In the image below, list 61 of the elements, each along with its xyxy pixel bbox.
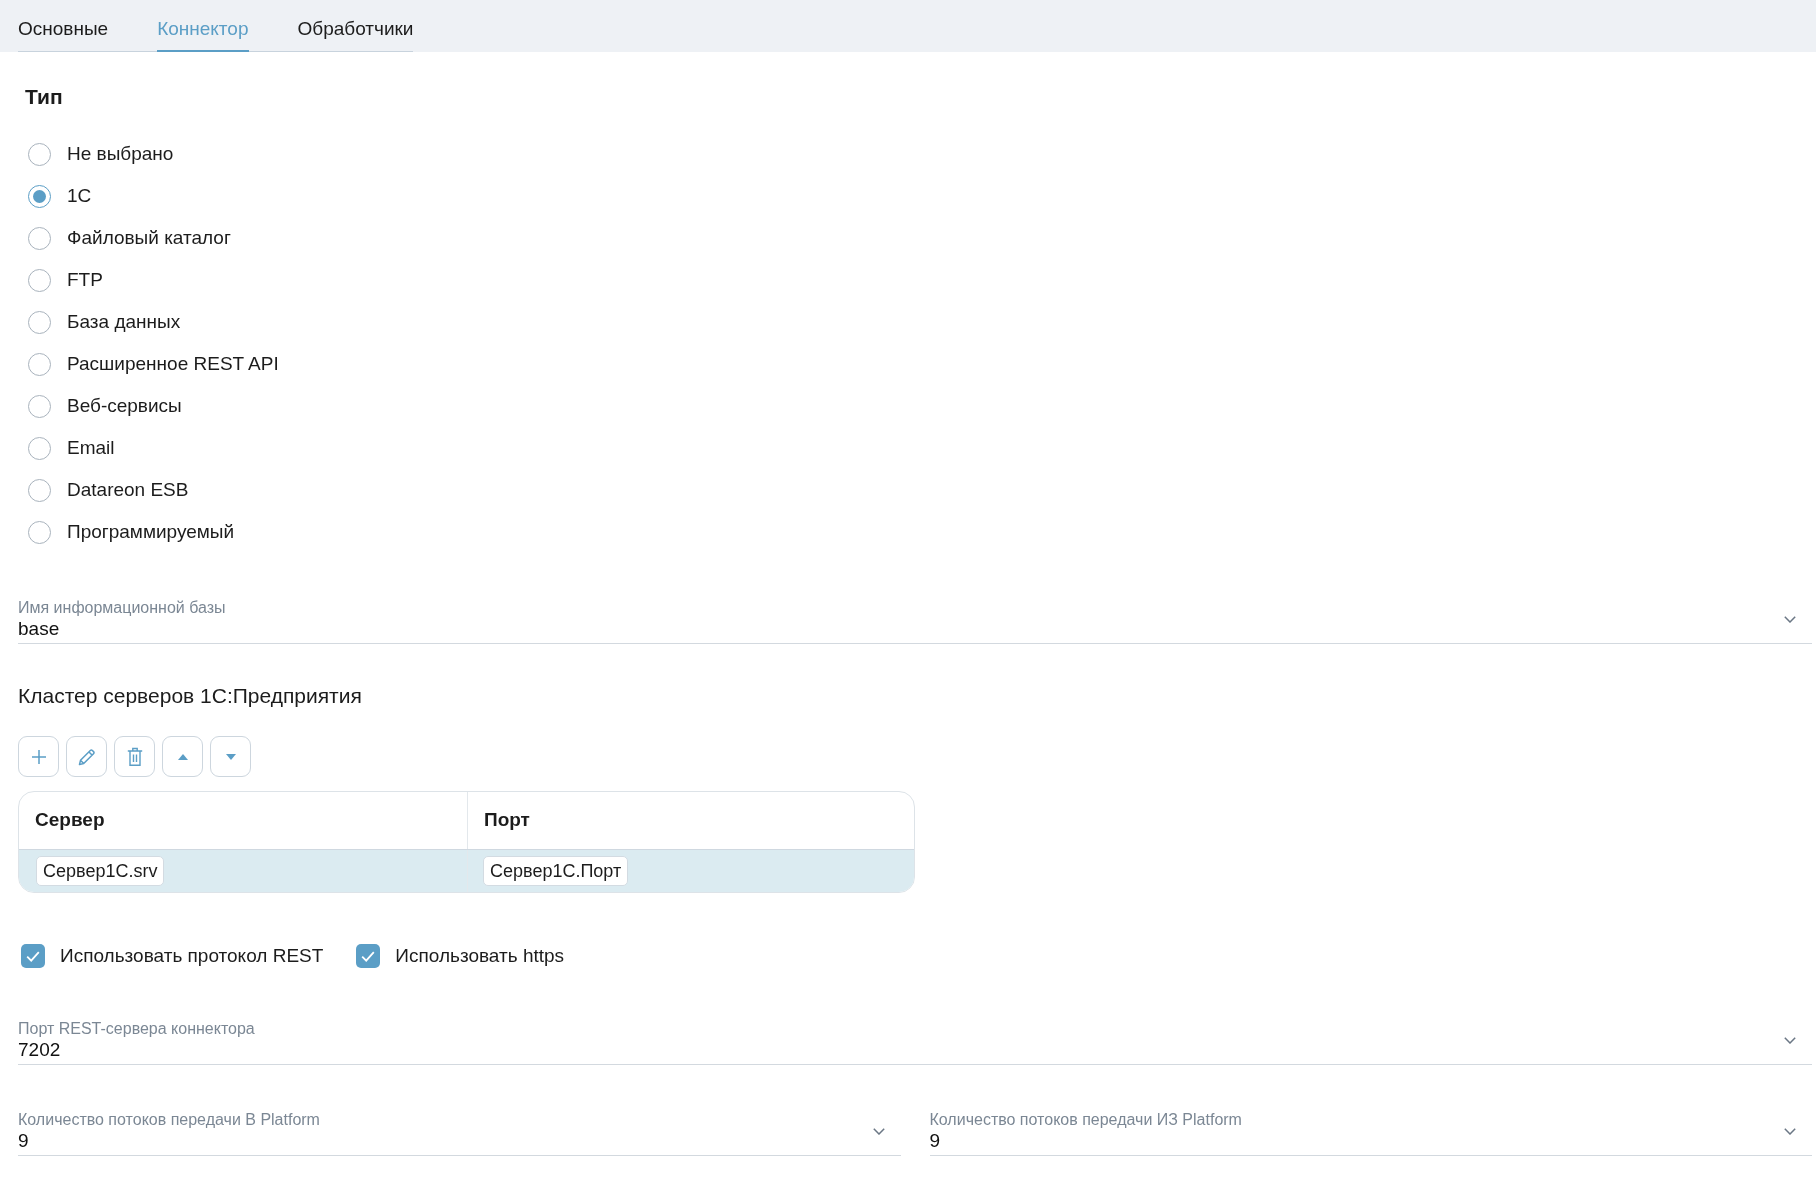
radio-button[interactable] [28,436,51,460]
field-label: Количество потоков передачи ИЗ Platform [929,1110,1242,1130]
field-label: Количество потоков передачи В Platform [18,1110,320,1130]
radio-button[interactable] [28,226,51,250]
triangle-up-icon [177,753,188,760]
field-label: Имя информационной базы [18,598,226,618]
checkbox[interactable] [356,944,381,968]
radio-button[interactable] [28,478,51,502]
table-row[interactable]: Сервер1С.srv Сервер1С.Порт [19,850,914,892]
add-button[interactable] [18,736,59,777]
check-icon [26,950,40,962]
plus-icon [30,748,47,765]
cell-value-tag: Сервер1С.srv [36,856,165,886]
checkbox-label[interactable]: Использовать протокол REST [60,944,324,968]
select-field[interactable]: Имя информационной базы base [18,598,1812,644]
option-label[interactable]: Веб-сервисы [67,394,182,418]
chevron-down-icon [872,1127,885,1135]
option-label[interactable]: Datareon ESB [67,478,189,502]
radio-button[interactable] [28,310,51,334]
tab[interactable]: Основные [18,0,109,52]
select-field[interactable]: Количество потоков передачи ИЗ Platform 9 [929,1110,1812,1156]
select-field[interactable]: Порт REST-сервера коннектора 7202 [18,1019,1812,1065]
option-label[interactable]: Email [67,436,115,460]
radio-button[interactable] [28,520,51,544]
option-label[interactable]: 1С [67,184,92,208]
field-value: 7202 [18,1039,61,1061]
cell-value-tag: Сервер1С.Порт [483,856,629,886]
column-header: Сервер [19,792,468,849]
field-label: Порт REST-сервера коннектора [18,1019,255,1039]
chevron-down-icon [1784,615,1796,623]
option-label[interactable]: База данных [67,310,181,334]
option-label[interactable]: Программируемый [67,520,235,544]
trash-icon [126,746,143,767]
column-header: Порт [483,808,531,833]
option-label[interactable]: Расширенное REST API [67,352,279,376]
radio-button[interactable] [28,184,51,208]
select-field[interactable]: Количество потоков передачи В Platform 9 [18,1110,901,1156]
checkbox[interactable] [21,944,45,968]
tab[interactable]: Обработчики [297,0,414,52]
delete-button[interactable] [114,736,155,777]
radio-button[interactable] [28,142,51,166]
pencil-icon [76,746,97,767]
chevron-down-icon [1784,1127,1796,1135]
move-down-button[interactable] [210,736,251,777]
edit-button[interactable] [66,736,107,777]
chevron-down-icon [1784,1036,1796,1044]
option-label[interactable]: Файловый каталог [67,226,231,250]
check-icon [361,950,376,962]
option-label[interactable]: Не выбрано [67,142,174,166]
move-up-button[interactable] [162,736,203,777]
radio-button[interactable] [28,394,51,418]
field-value: base [18,618,60,640]
section-title: Кластер серверов 1С:Предприятия [18,683,362,709]
triangle-down-icon [225,753,236,760]
field-value: 9 [929,1130,941,1152]
radio-button[interactable] [28,352,51,376]
section-title: Тип [25,84,63,110]
field-value: 9 [18,1130,29,1152]
option-label[interactable]: FTP [67,268,103,292]
radio-button[interactable] [28,268,51,292]
checkbox-label[interactable]: Использовать https [395,944,565,968]
